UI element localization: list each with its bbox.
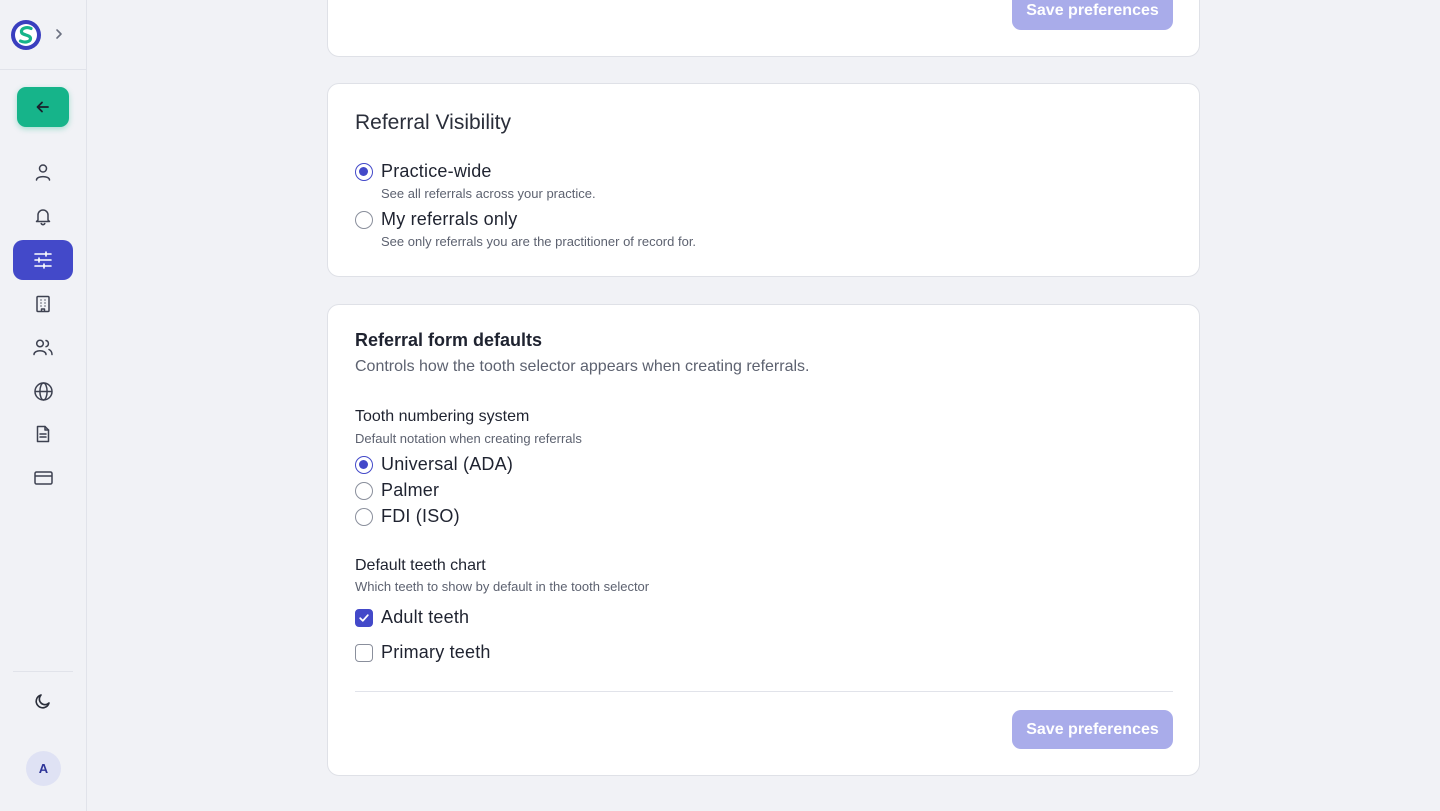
save-preferences-button[interactable]: Save preferences <box>1012 710 1173 749</box>
nav-network[interactable] <box>13 371 73 411</box>
credit-card-icon <box>33 471 53 485</box>
nav-team[interactable] <box>13 327 73 367</box>
tooth-numbering-label: Tooth numbering system <box>355 408 530 425</box>
logo-icon[interactable] <box>10 19 42 51</box>
nav-notifications[interactable] <box>13 196 73 236</box>
radio-universal-ada[interactable] <box>355 456 373 474</box>
users-icon <box>33 339 53 356</box>
tooth-numbering-help: Default notation when creating referrals <box>355 431 582 446</box>
option-label[interactable]: Practice-wide <box>381 161 492 182</box>
divider <box>355 691 1173 692</box>
nav-documents[interactable] <box>13 414 73 454</box>
radio-my-referrals-only[interactable] <box>355 211 373 229</box>
chevron-right-icon[interactable] <box>52 26 66 42</box>
building-icon <box>36 295 50 313</box>
option-description: See all referrals across your practice. <box>381 186 596 201</box>
option-label[interactable]: My referrals only <box>381 209 517 230</box>
checkbox-adult-teeth[interactable] <box>355 609 373 627</box>
sliders-icon <box>34 251 52 269</box>
save-preferences-button[interactable]: Save preferences <box>1012 0 1173 30</box>
sidebar: A <box>0 0 87 811</box>
arrow-left-icon <box>36 101 49 113</box>
option-label[interactable]: Palmer <box>381 480 439 501</box>
document-icon <box>36 425 50 443</box>
teeth-chart-help: Which teeth to show by default in the to… <box>355 579 650 594</box>
card-title: Referral Visibility <box>355 111 511 134</box>
moon-icon <box>35 694 50 709</box>
card-subtitle: Controls how the tooth selector appears … <box>355 358 810 375</box>
radio-practice-wide[interactable] <box>355 163 373 181</box>
radio-fdi-iso[interactable] <box>355 508 373 526</box>
referral-form-defaults-card: Referral form defaults Controls how the … <box>327 304 1200 776</box>
option-label[interactable]: FDI (ISO) <box>381 506 460 527</box>
radio-palmer[interactable] <box>355 482 373 500</box>
option-label[interactable]: Primary teeth <box>381 642 491 663</box>
check-icon <box>359 614 369 622</box>
logo-row <box>0 0 86 70</box>
theme-toggle-button[interactable] <box>23 683 63 719</box>
nav-practice[interactable] <box>13 284 73 324</box>
nav-profile[interactable] <box>13 152 73 192</box>
globe-icon <box>33 381 53 401</box>
card-title: Referral form defaults <box>355 330 543 350</box>
option-label[interactable]: Universal (ADA) <box>381 454 513 475</box>
checkbox-primary-teeth[interactable] <box>355 644 373 662</box>
nav-billing[interactable] <box>13 458 73 498</box>
previous-settings-card: Save preferences <box>327 0 1200 57</box>
referral-visibility-card: Referral Visibility Practice-wide See al… <box>327 83 1200 277</box>
option-description: See only referrals you are the practitio… <box>381 234 697 249</box>
bell-icon <box>35 209 51 226</box>
back-button[interactable] <box>17 87 69 127</box>
teeth-chart-label: Default teeth chart <box>355 557 486 574</box>
option-label[interactable]: Adult teeth <box>381 607 469 628</box>
user-icon <box>35 164 51 181</box>
avatar[interactable]: A <box>26 751 61 786</box>
sidebar-divider <box>13 671 73 672</box>
nav-preferences[interactable] <box>13 240 73 280</box>
